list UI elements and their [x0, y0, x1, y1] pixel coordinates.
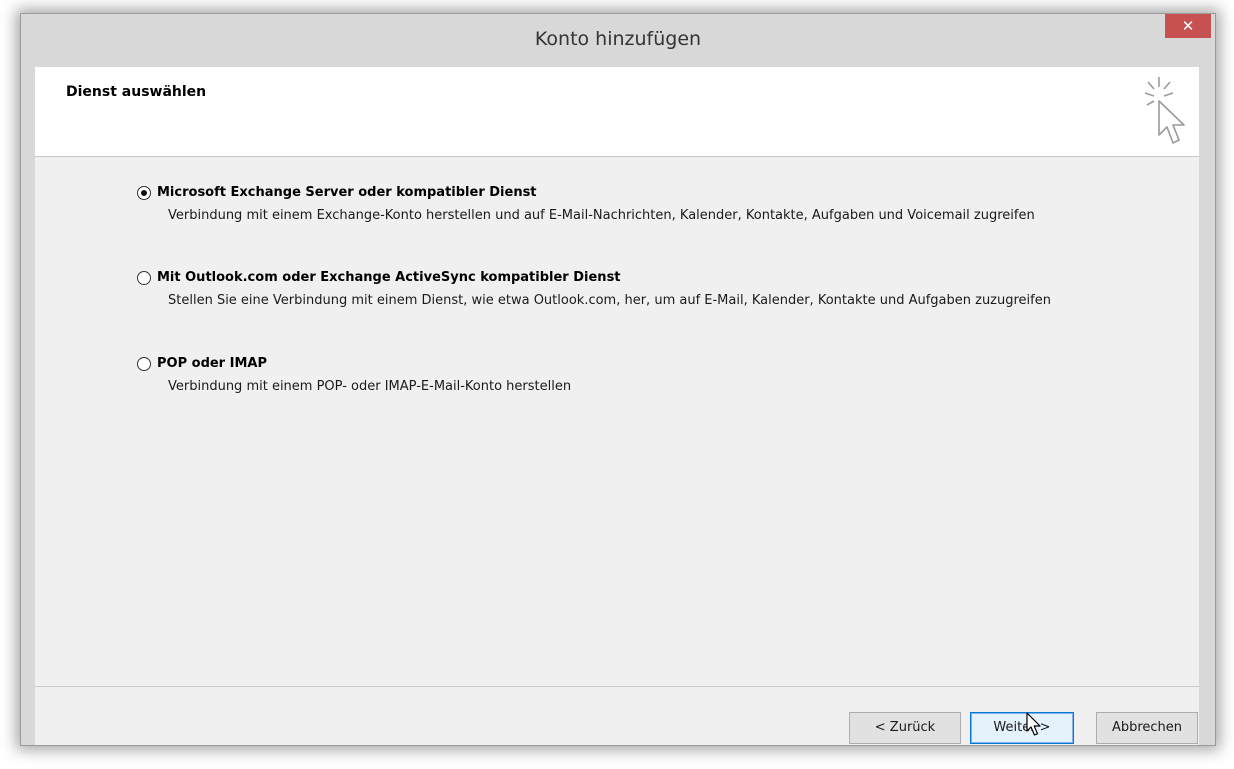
page-title: Dienst auswählen — [66, 84, 207, 100]
close-button[interactable]: ✕ — [1165, 14, 1211, 38]
option-exchange-row[interactable]: Microsoft Exchange Server oder kompatibl… — [137, 185, 1177, 200]
title-bar[interactable]: Konto hinzufügen ✕ — [21, 14, 1215, 67]
option-pop-imap-label[interactable]: POP oder IMAP — [157, 356, 267, 371]
wizard-pointer-icon — [1144, 77, 1185, 144]
radio-exchange[interactable] — [137, 185, 151, 200]
option-exchange-description: Verbindung mit einem Exchange-Konto hers… — [168, 208, 1035, 223]
option-activesync-row[interactable]: Mit Outlook.com oder Exchange ActiveSync… — [137, 270, 1177, 285]
close-icon: ✕ — [1181, 17, 1195, 35]
wizard-header: Dienst auswählen — [35, 67, 1199, 157]
option-exchange-label[interactable]: Microsoft Exchange Server oder kompatibl… — [157, 185, 537, 200]
add-account-dialog: Konto hinzufügen ✕ Dienst auswählen Micr… — [20, 13, 1216, 746]
option-activesync-description: Stellen Sie eine Verbindung mit einem Di… — [168, 293, 1051, 308]
wizard-footer: < Zurück Weiter > Abbrechen — [35, 687, 1199, 745]
option-pop-imap-row[interactable]: POP oder IMAP — [137, 356, 1177, 371]
service-options-panel: Microsoft Exchange Server oder kompatibl… — [35, 157, 1199, 687]
option-pop-imap: POP oder IMAP Verbindung mit einem POP- … — [137, 356, 1177, 395]
option-pop-imap-description: Verbindung mit einem POP- oder IMAP-E-Ma… — [168, 379, 572, 394]
option-activesync: Mit Outlook.com oder Exchange ActiveSync… — [137, 270, 1177, 309]
option-exchange: Microsoft Exchange Server oder kompatibl… — [137, 185, 1177, 224]
radio-activesync[interactable] — [137, 270, 151, 285]
window-title: Konto hinzufügen — [534, 28, 702, 50]
next-button[interactable]: Weiter > — [970, 712, 1074, 744]
back-button[interactable]: < Zurück — [849, 712, 961, 744]
radio-pop-imap[interactable] — [137, 356, 151, 371]
cancel-button[interactable]: Abbrechen — [1096, 712, 1198, 744]
option-activesync-label[interactable]: Mit Outlook.com oder Exchange ActiveSync… — [157, 270, 621, 285]
